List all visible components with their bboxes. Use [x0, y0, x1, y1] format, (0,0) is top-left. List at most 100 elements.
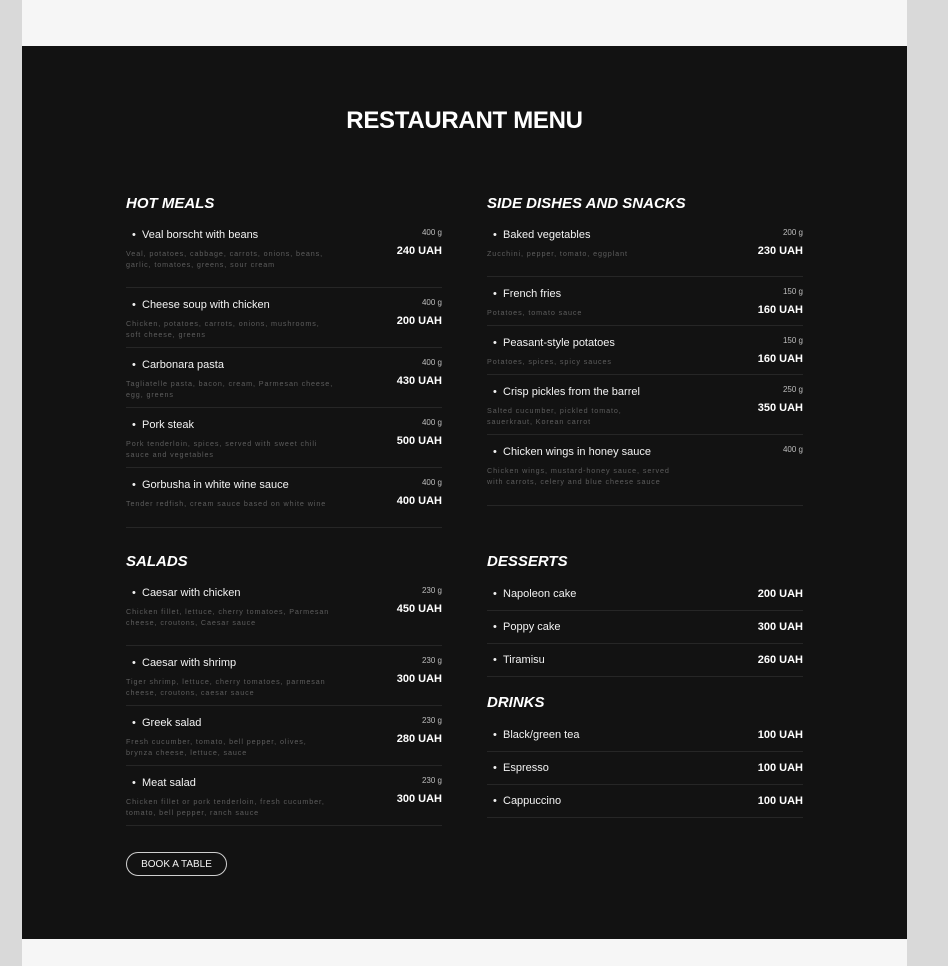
menu-item: • Baked vegetables Zucchini, pepper, toma…: [487, 228, 803, 277]
section-title: DESSERTS: [487, 553, 568, 570]
bullet-icon: •: [493, 795, 497, 807]
item-price: 100 UAH: [757, 729, 803, 741]
item-description: Veal, potatoes, cabbage, carrots, onions…: [126, 249, 324, 269]
bullet-icon: •: [493, 229, 497, 241]
items-list: • Baked vegetables Zucchini, pepper, toma…: [487, 228, 803, 506]
menu-item: • Caesar with chicken Chicken fillet, let…: [126, 586, 442, 646]
bottom-band: [22, 939, 907, 966]
item-weight: 400 g: [782, 445, 803, 454]
item-price: 300 UAH: [396, 793, 442, 805]
bullet-icon: •: [493, 654, 497, 666]
item-name: Poppy cake: [503, 621, 561, 633]
item-name: Veal borscht with beans: [142, 229, 259, 241]
item-price: 300 UAH: [757, 621, 803, 633]
item-price: 200 UAH: [396, 315, 442, 327]
item-weight: 230 g: [421, 776, 442, 785]
section-title: SIDE DISHES AND SNACKS: [487, 195, 686, 212]
item-description: Tagliatelle pasta, bacon, cream, Parmesa…: [126, 379, 334, 399]
section-hot-meals: HOT MEALS • Veal borscht with beans Veal,…: [126, 194, 442, 528]
menu-item: • Carbonara pasta Tagliatelle pasta, baco…: [126, 348, 442, 408]
menu-item: • Chicken wings in honey sauce Chicken wi…: [487, 435, 803, 506]
item-price: 400 UAH: [396, 495, 442, 507]
menu-item: • Cappuccino 100 UAH: [487, 785, 803, 818]
menu-panel: RESTAURANT MENU HOT MEALS • Veal borscht …: [22, 46, 907, 939]
bullet-icon: •: [132, 587, 136, 599]
item-weight: 400 g: [421, 358, 442, 367]
items-list: • Napoleon cake 200 UAH • Poppy cake 300 U…: [487, 578, 803, 677]
section-drinks: DRINKS • Black/green tea 100 UAH • Espress…: [487, 693, 803, 818]
item-price: 430 UAH: [396, 375, 442, 387]
item-description: Chicken fillet or pork tenderloin, fresh…: [126, 797, 325, 817]
menu-item: • French fries Potatoes, tomato sauce 150…: [487, 277, 803, 326]
menu-item: • Meat salad Chicken fillet or pork tende…: [126, 766, 442, 826]
item-description: Potatoes, tomato sauce: [487, 308, 583, 317]
item-name: Caesar with shrimp: [142, 657, 237, 669]
item-name: Pork steak: [142, 419, 194, 431]
item-weight: 150 g: [782, 287, 803, 296]
item-name: French fries: [503, 288, 562, 300]
book-table-button[interactable]: BOOK A TABLE: [126, 852, 227, 876]
item-name: Meat salad: [142, 777, 196, 789]
item-name: Cappuccino: [503, 795, 562, 807]
item-description: Tender redfish, cream sauce based on whi…: [126, 499, 327, 508]
bullet-icon: •: [493, 386, 497, 398]
menu-item: • Black/green tea 100 UAH: [487, 719, 803, 752]
item-description: Chicken wings, mustard-honey sauce, serv…: [487, 466, 670, 486]
item-name: Baked vegetables: [503, 229, 591, 241]
item-price: 260 UAH: [757, 654, 803, 666]
item-name: Crisp pickles from the barrel: [503, 386, 640, 398]
item-description: Chicken, potatoes, carrots, onions, mush…: [126, 319, 320, 339]
item-weight: 400 g: [421, 418, 442, 427]
item-name: Cheese soup with chicken: [142, 299, 270, 311]
bullet-icon: •: [132, 299, 136, 311]
item-description: Salted cucumber, pickled tomato, sauerkr…: [487, 406, 622, 426]
section-title: DRINKS: [487, 694, 545, 711]
bullet-icon: •: [132, 229, 136, 241]
menu-item: • Caesar with shrimp Tiger shrimp, lettuc…: [126, 646, 442, 706]
item-weight: 230 g: [421, 656, 442, 665]
item-name: Carbonara pasta: [142, 359, 224, 371]
item-weight: 150 g: [782, 336, 803, 345]
menu-item: • Pork steak Pork tenderloin, spices, ser…: [126, 408, 442, 468]
menu-item: • Cheese soup with chicken Chicken, potat…: [126, 288, 442, 348]
items-list: • Caesar with chicken Chicken fillet, let…: [126, 586, 442, 826]
item-description: Pork tenderloin, spices, served with swe…: [126, 439, 318, 459]
bullet-icon: •: [132, 479, 136, 491]
menu-item: • Napoleon cake 200 UAH: [487, 578, 803, 611]
items-list: • Black/green tea 100 UAH • Espresso 100 U…: [487, 719, 803, 818]
section-title: SALADS: [126, 553, 188, 570]
item-price: 200 UAH: [757, 588, 803, 600]
item-price: 100 UAH: [757, 762, 803, 774]
item-description: Potatoes, spices, spicy sauces: [487, 357, 612, 366]
item-weight: 400 g: [421, 298, 442, 307]
section-salads: SALADS • Caesar with chicken Chicken fill…: [126, 552, 442, 826]
item-description: Fresh cucumber, tomato, bell pepper, oli…: [126, 737, 307, 757]
item-price: 300 UAH: [396, 673, 442, 685]
item-description: Zucchini, pepper, tomato, eggplant: [487, 249, 628, 258]
item-price: 230 UAH: [757, 245, 803, 257]
bullet-icon: •: [132, 777, 136, 789]
item-name: Gorbusha in white wine sauce: [142, 479, 289, 491]
menu-item: • Greek salad Fresh cucumber, tomato, bel…: [126, 706, 442, 766]
page-title: RESTAURANT MENU: [346, 107, 583, 134]
bullet-icon: •: [132, 717, 136, 729]
section-title: HOT MEALS: [126, 195, 215, 212]
bullet-icon: •: [132, 359, 136, 371]
item-name: Espresso: [503, 762, 549, 774]
item-weight: 400 g: [421, 228, 442, 237]
item-weight: 230 g: [421, 716, 442, 725]
item-name: Greek salad: [142, 717, 202, 729]
item-weight: 400 g: [421, 478, 442, 487]
menu-item: • Tiramisu 260 UAH: [487, 644, 803, 677]
top-band: [22, 0, 907, 46]
menu-item: • Poppy cake 300 UAH: [487, 611, 803, 644]
section-side-dishes: SIDE DISHES AND SNACKS • Baked vegetables…: [487, 194, 803, 506]
menu-item: • Gorbusha in white wine sauce Tender red…: [126, 468, 442, 528]
item-price: 350 UAH: [757, 402, 803, 414]
item-description: Tiger shrimp, lettuce, cherry tomatoes, …: [126, 677, 326, 697]
menu-item: • Espresso 100 UAH: [487, 752, 803, 785]
bullet-icon: •: [493, 288, 497, 300]
item-price: 280 UAH: [396, 733, 442, 745]
item-price: 240 UAH: [396, 245, 442, 257]
items-list: • Veal borscht with beans Veal, potatoes,…: [126, 228, 442, 528]
